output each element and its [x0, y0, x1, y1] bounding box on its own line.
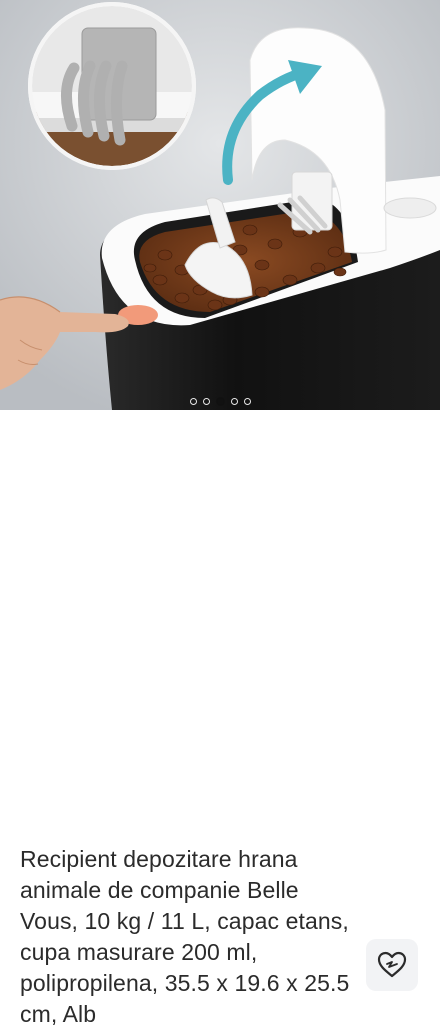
add-to-favorites-button[interactable]	[366, 939, 418, 991]
gallery-pagination[interactable]	[0, 397, 440, 406]
product-title: Recipient depozitare hrana animale de co…	[20, 846, 350, 1027]
gallery-dot-2[interactable]	[202, 398, 210, 405]
gallery-dot-1[interactable]	[189, 398, 197, 405]
heart-outline-icon	[377, 951, 407, 978]
gallery-dot-4[interactable]	[230, 398, 238, 405]
gallery-dot-3-active[interactable]	[215, 397, 225, 406]
product-image-gallery[interactable]	[0, 0, 440, 410]
product-photo	[0, 0, 440, 410]
gallery-dot-5[interactable]	[243, 398, 251, 405]
